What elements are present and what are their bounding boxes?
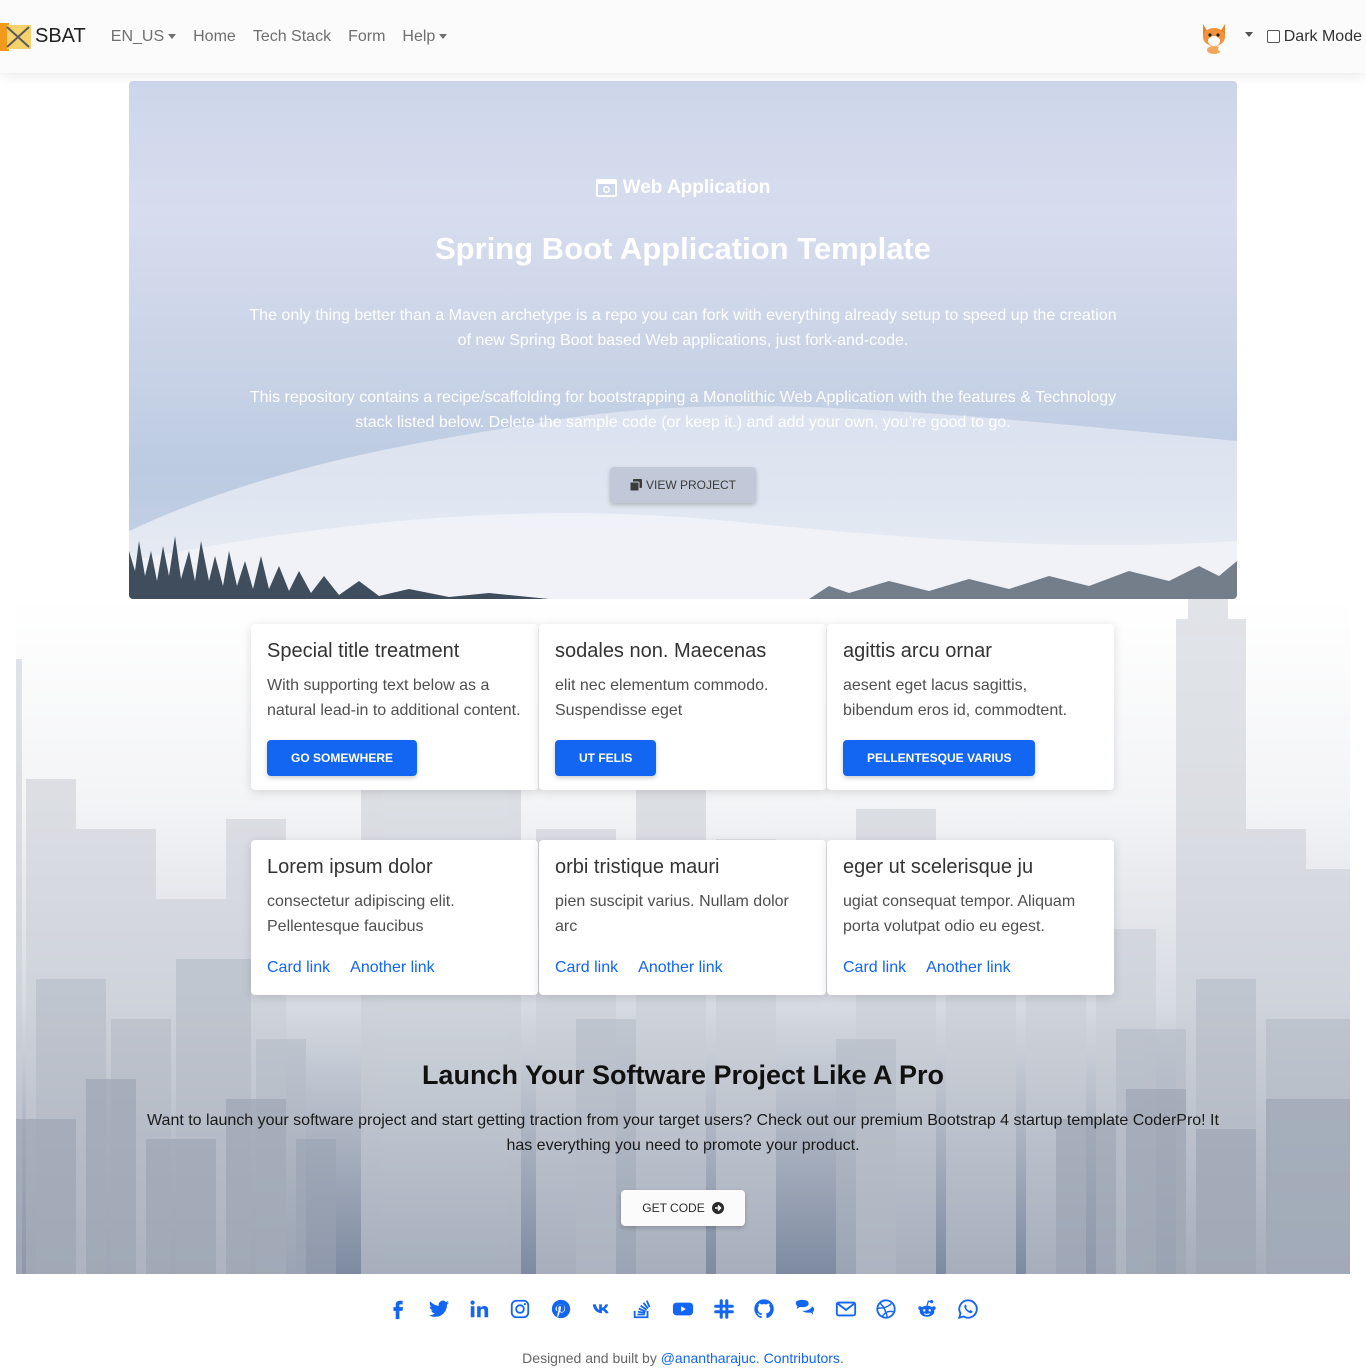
- linkedin-icon[interactable]: [467, 1297, 491, 1321]
- card-5: orbi tristique mauri pien suscipit variu…: [539, 840, 826, 995]
- hero-paragraph-1: The only thing better than a Maven arche…: [249, 307, 1117, 349]
- hero-paragraph-2: This repository contains a recipe/scaffo…: [249, 389, 1117, 431]
- card-title: sodales non. Maecenas: [555, 640, 767, 662]
- vk-icon[interactable]: [590, 1297, 614, 1321]
- email-icon[interactable]: [834, 1297, 858, 1321]
- go-somewhere-button[interactable]: GO SOMEWHERE: [267, 740, 418, 776]
- card-links: Card link Another link: [843, 959, 1098, 977]
- card-title: eger ut scelerisque ju: [843, 856, 1034, 878]
- nav-tech-stack-label: Tech Stack: [252, 27, 332, 45]
- social-icons: [386, 1297, 980, 1321]
- nav-locale-dropdown[interactable]: EN_US: [110, 27, 177, 46]
- author-link[interactable]: @anantharajuc: [661, 1350, 756, 1366]
- card-link[interactable]: Card link: [267, 959, 330, 977]
- stackoverflow-icon[interactable]: [630, 1297, 654, 1321]
- view-project-button[interactable]: VIEW PROJECT: [610, 467, 756, 503]
- top-navbar: SBAT EN_US Home Tech Stack Form Help Dar…: [0, 0, 1366, 73]
- twitter-icon[interactable]: [427, 1297, 451, 1321]
- nav-home-label: Home: [193, 27, 236, 45]
- brand-logo-icon: [0, 22, 31, 51]
- card-title: orbi tristique mauri: [555, 856, 720, 878]
- github-icon[interactable]: [752, 1297, 776, 1321]
- footer: Designed and built by @anantharajuc. Con…: [0, 1350, 1366, 1366]
- browser-window-icon: [595, 179, 617, 197]
- card-title: Lorem ipsum dolor: [267, 856, 433, 878]
- another-link[interactable]: Another link: [638, 959, 723, 977]
- whatsapp-icon[interactable]: [956, 1297, 980, 1321]
- view-project-label: VIEW PROJECT: [645, 478, 736, 492]
- nav-locale-label: EN_US: [110, 27, 165, 45]
- youtube-icon[interactable]: [671, 1297, 695, 1321]
- card-link[interactable]: Card link: [555, 959, 618, 977]
- facebook-icon[interactable]: [386, 1297, 410, 1321]
- card-text: consectetur adipiscing elit. Pellentesqu…: [267, 893, 455, 935]
- contributors-link[interactable]: Contributors: [764, 1350, 840, 1366]
- nav-tech-stack[interactable]: Tech Stack: [253, 28, 331, 46]
- launch-text: Want to launch your software project and…: [147, 1112, 1219, 1154]
- nav-home[interactable]: Home: [193, 28, 236, 46]
- reddit-icon[interactable]: [915, 1297, 939, 1321]
- nav-form-label: Form: [348, 27, 386, 45]
- hero-title: Spring Boot Application Template: [435, 231, 931, 266]
- instagram-icon[interactable]: [508, 1297, 532, 1321]
- pinterest-icon[interactable]: [549, 1297, 573, 1321]
- nav-help-label: Help: [402, 27, 436, 45]
- card-2: sodales non. Maecenas elit nec elementum…: [539, 624, 826, 790]
- another-link[interactable]: Another link: [926, 959, 1011, 977]
- footer-middle: .: [755, 1350, 764, 1366]
- chevron-down-icon: [168, 34, 177, 39]
- hero-kicker-label: Web Application: [622, 177, 771, 198]
- card-title: Special title treatment: [267, 640, 460, 662]
- card-text: elit nec elementum commodo. Suspendisse …: [555, 677, 769, 719]
- card-link[interactable]: Card link: [843, 959, 906, 977]
- copy-icon: [629, 479, 642, 491]
- card-title: agittis arcu ornar: [843, 640, 992, 662]
- brand[interactable]: SBAT: [0, 0, 86, 73]
- card-links: Card link Another link: [555, 959, 810, 977]
- get-code-button[interactable]: GET CODE: [621, 1190, 745, 1226]
- chat-icon[interactable]: [793, 1297, 817, 1321]
- card-text: aesent eget lacus sagittis, bibendum ero…: [843, 677, 1068, 719]
- hero-kicker: Web Application: [129, 177, 1237, 199]
- card-text: With supporting text below as a natural …: [267, 677, 521, 719]
- brand-name: SBAT: [35, 25, 86, 47]
- nav-help-dropdown[interactable]: Help: [402, 27, 448, 46]
- footer-suffix: .: [839, 1350, 844, 1366]
- arrow-circle-right-icon: [711, 1202, 724, 1214]
- nav-links: EN_US Home Tech Stack Form Help: [111, 28, 465, 46]
- get-code-label: GET CODE: [642, 1201, 705, 1215]
- card-3: agittis arcu ornar aesent eget lacus sag…: [827, 624, 1114, 790]
- chevron-down-icon[interactable]: [1244, 32, 1253, 37]
- card-1: Special title treatment With supporting …: [251, 624, 538, 790]
- nav-right: Dark Mode: [1197, 0, 1362, 73]
- card-6: eger ut scelerisque ju ugiat consequat t…: [827, 840, 1114, 995]
- card-text: pien suscipit varius. Nullam dolor arc: [555, 893, 789, 935]
- dark-mode-checkbox[interactable]: [1266, 30, 1280, 43]
- card-links: Card link Another link: [267, 959, 522, 977]
- card-4: Lorem ipsum dolor consectetur adipiscing…: [251, 840, 538, 995]
- dribbble-icon[interactable]: [874, 1297, 898, 1321]
- hero-banner: Web Application Spring Boot Application …: [129, 81, 1237, 599]
- footer-prefix: Designed and built by: [522, 1350, 661, 1366]
- slack-icon[interactable]: [712, 1297, 736, 1321]
- nav-form[interactable]: Form: [348, 28, 385, 46]
- ut-felis-button[interactable]: UT FELIS: [555, 740, 657, 776]
- dark-mode-label[interactable]: Dark Mode: [1284, 28, 1362, 46]
- another-link[interactable]: Another link: [350, 959, 435, 977]
- pellentesque-varius-button[interactable]: PELLENTESQUE VARIUS: [843, 740, 1036, 776]
- launch-title: Launch Your Software Project Like A Pro: [421, 1060, 945, 1090]
- card-text: ugiat consequat tempor. Aliquam porta vo…: [843, 893, 1076, 935]
- fox-avatar-icon[interactable]: [1197, 20, 1231, 54]
- chevron-down-icon: [439, 34, 448, 39]
